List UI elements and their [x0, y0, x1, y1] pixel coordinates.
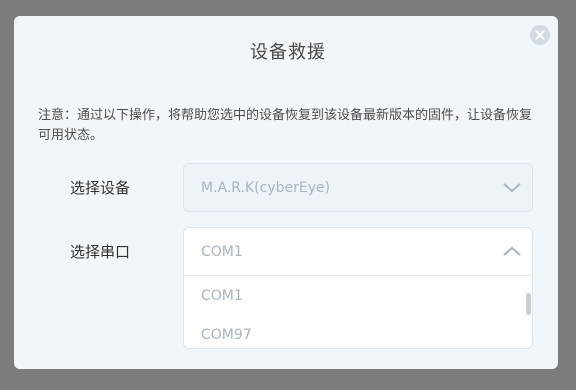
device-select-value: M.A.R.K(cyberEye) [201, 180, 331, 196]
chevron-up-icon[interactable] [502, 244, 522, 258]
device-select-label: 选择设备 [70, 179, 131, 197]
port-select-label: 选择串口 [70, 243, 131, 261]
port-option[interactable]: COM1 [201, 288, 243, 304]
dropdown-divider [184, 275, 532, 276]
port-select[interactable]: COM1 COM1 COM97 [183, 227, 533, 349]
dialog-title: 设备救援 [250, 42, 326, 63]
dropdown-scrollbar[interactable] [526, 293, 531, 315]
port-select-value: COM1 [201, 244, 243, 260]
notice-text: 注意：通过以下操作，将帮助您选中的设备恢复到该设备最新版本的固件，让设备恢复可用… [38, 108, 533, 143]
chevron-down-icon [503, 183, 521, 193]
device-select: M.A.R.K(cyberEye) [183, 163, 533, 212]
port-option[interactable]: COM97 [201, 327, 252, 343]
